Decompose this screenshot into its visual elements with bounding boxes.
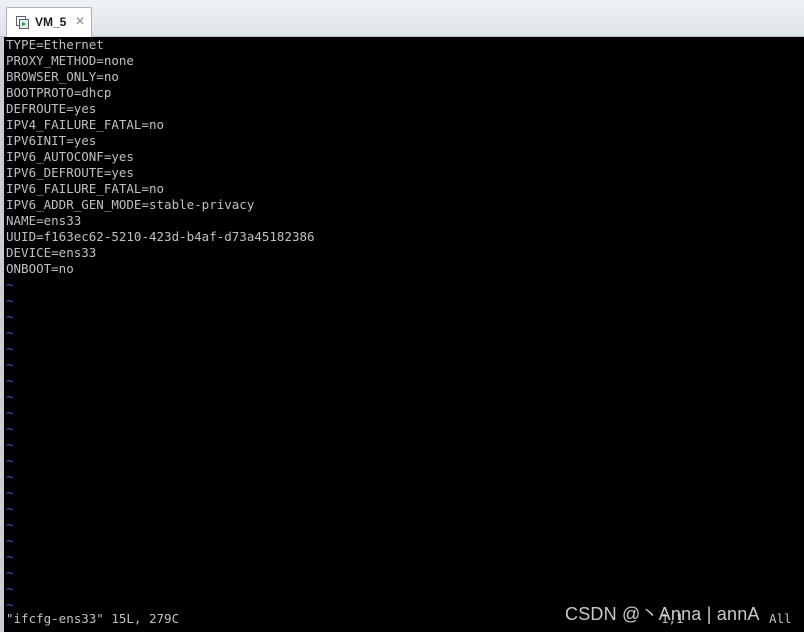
empty-line-marker: ~ (6, 389, 14, 404)
empty-line-marker: ~ (6, 341, 14, 356)
file-line: TYPE=Ethernet (6, 37, 104, 52)
empty-line-marker: ~ (6, 325, 14, 340)
empty-line-marker: ~ (6, 597, 14, 612)
empty-line-marker: ~ (6, 357, 14, 372)
file-line: NAME=ens33 (6, 213, 82, 228)
close-icon[interactable]: ✕ (75, 14, 85, 28)
empty-line-marker: ~ (6, 373, 14, 388)
empty-line-marker: ~ (6, 533, 14, 548)
empty-line-marker: ~ (6, 309, 14, 324)
empty-line-marker: ~ (6, 485, 14, 500)
vm-console-icon (16, 16, 29, 29)
file-line: IPV6_DEFROUTE=yes (6, 165, 134, 180)
file-line: IPV6_AUTOCONF=yes (6, 149, 134, 164)
file-line: PROXY_METHOD=none (6, 53, 134, 68)
file-line: IPV4_FAILURE_FATAL=no (6, 117, 165, 132)
file-line: IPV6_ADDR_GEN_MODE=stable-privacy (6, 197, 255, 212)
file-line: BROWSER_ONLY=no (6, 69, 119, 84)
file-line: IPV6INIT=yes (6, 133, 97, 148)
empty-line-marker: ~ (6, 517, 14, 532)
vm-console-window: VM_5 ✕ "ifcfg-ens33" 15L, 279C 1,1 All T… (0, 0, 804, 632)
tab-strip: VM_5 ✕ (0, 0, 804, 37)
empty-line-marker: ~ (6, 437, 14, 452)
file-line: IPV6_FAILURE_FATAL=no (6, 181, 165, 196)
terminal-console[interactable]: "ifcfg-ens33" 15L, 279C 1,1 All TYPE=Eth… (4, 37, 804, 632)
empty-line-marker: ~ (6, 277, 14, 292)
empty-line-marker: ~ (6, 453, 14, 468)
csdn-watermark: CSDN @丶Anna | annA (565, 604, 760, 624)
tab-vm-5[interactable]: VM_5 ✕ (6, 7, 92, 37)
file-line: DEFROUTE=yes (6, 101, 97, 116)
empty-line-marker: ~ (6, 549, 14, 564)
file-line: DEVICE=ens33 (6, 245, 97, 260)
vim-status-message: "ifcfg-ens33" 15L, 279C (6, 611, 180, 626)
file-line: ONBOOT=no (6, 261, 74, 276)
empty-line-marker: ~ (6, 405, 14, 420)
file-line: UUID=f163ec62-5210-423d-b4af-d73a4518238… (6, 229, 315, 244)
empty-line-marker: ~ (6, 581, 14, 596)
empty-line-marker: ~ (6, 565, 14, 580)
file-line: BOOTPROTO=dhcp (6, 85, 112, 100)
empty-line-marker: ~ (6, 469, 14, 484)
empty-line-marker: ~ (6, 501, 14, 516)
tab-label: VM_5 (35, 15, 67, 29)
vim-scroll-indicator: All (769, 611, 792, 626)
empty-line-marker: ~ (6, 421, 14, 436)
empty-line-marker: ~ (6, 293, 14, 308)
